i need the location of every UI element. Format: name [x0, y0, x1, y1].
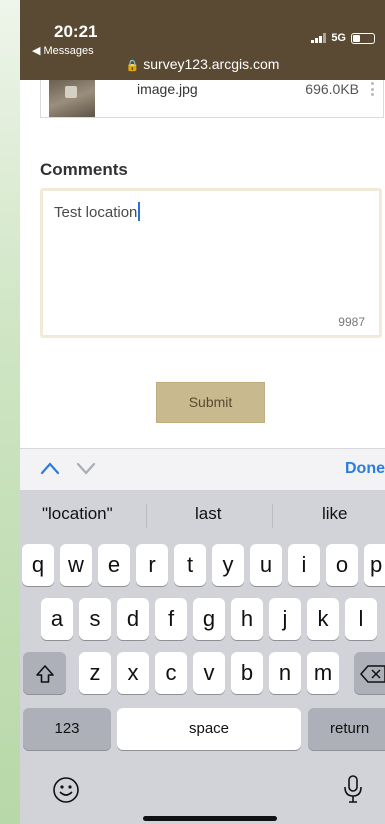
key-s[interactable]: s: [79, 598, 111, 640]
address-bar[interactable]: 🔒 survey123.arcgis.com: [20, 56, 385, 72]
space-key[interactable]: space: [117, 708, 301, 750]
keyboard: "location" last like q w e r t y u i o p…: [20, 490, 385, 824]
key-g[interactable]: g: [193, 598, 225, 640]
network-label: 5G: [331, 32, 346, 44]
key-p[interactable]: p: [364, 544, 385, 586]
comments-textarea[interactable]: Test location 9987: [40, 188, 382, 338]
return-key[interactable]: return: [308, 708, 385, 750]
background-edge: [0, 0, 20, 824]
attachment-filename: image.jpg: [137, 81, 198, 97]
key-a[interactable]: a: [41, 598, 73, 640]
characters-remaining: 9987: [338, 315, 365, 329]
key-f[interactable]: f: [155, 598, 187, 640]
home-indicator: [143, 816, 277, 821]
key-j[interactable]: j: [269, 598, 301, 640]
key-y[interactable]: y: [212, 544, 244, 586]
key-e[interactable]: e: [98, 544, 130, 586]
battery-icon: [351, 32, 375, 44]
submit-button[interactable]: Submit: [156, 382, 265, 423]
key-t[interactable]: t: [174, 544, 206, 586]
key-h[interactable]: h: [231, 598, 263, 640]
attachment-size: 696.0KB: [305, 81, 359, 97]
status-bar: 20:21 ◀ Messages 5G 🔒 survey123.arcgis.co…: [20, 0, 385, 80]
text-cursor: [138, 202, 141, 221]
comments-label: Comments: [40, 160, 128, 179]
key-z[interactable]: z: [79, 652, 111, 694]
key-i[interactable]: i: [288, 544, 320, 586]
signal-icon: [311, 33, 327, 43]
key-w[interactable]: w: [60, 544, 92, 586]
suggestion-2[interactable]: last: [195, 504, 221, 524]
key-c[interactable]: c: [155, 652, 187, 694]
key-m[interactable]: m: [307, 652, 339, 694]
key-d[interactable]: d: [117, 598, 149, 640]
done-button[interactable]: Done: [345, 460, 385, 478]
image-thumbnail[interactable]: [49, 80, 95, 117]
key-q[interactable]: q: [22, 544, 54, 586]
predictive-bar: "location" last like: [20, 490, 385, 536]
suggestion-3[interactable]: like: [322, 504, 348, 524]
key-b[interactable]: b: [231, 652, 263, 694]
key-x[interactable]: x: [117, 652, 149, 694]
comments-value: Test location: [54, 202, 141, 221]
backspace-key[interactable]: [354, 652, 385, 694]
suggestion-1[interactable]: "location": [42, 504, 113, 524]
keyboard-accessory-bar: Done: [20, 448, 385, 490]
next-field-icon[interactable]: [76, 461, 96, 475]
suggestion-divider: [272, 504, 273, 528]
key-u[interactable]: u: [250, 544, 282, 586]
shift-icon: [35, 665, 54, 683]
more-options-icon[interactable]: [371, 82, 375, 96]
microphone-icon[interactable]: [342, 774, 364, 804]
key-n[interactable]: n: [269, 652, 301, 694]
key-r[interactable]: r: [136, 544, 168, 586]
key-k[interactable]: k: [307, 598, 339, 640]
clock: 20:21: [54, 22, 98, 41]
lock-icon: 🔒: [125, 60, 140, 72]
key-l[interactable]: l: [345, 598, 377, 640]
browser-viewport: 20:21 ◀ Messages 5G 🔒 survey123.arcgis.co…: [20, 0, 385, 824]
attachment-row: image.jpg 696.0KB: [40, 80, 384, 118]
suggestion-divider: [146, 504, 147, 528]
url-text: survey123.arcgis.com: [143, 56, 280, 72]
emoji-icon[interactable]: [52, 776, 80, 804]
numbers-key[interactable]: 123: [23, 708, 111, 750]
backspace-icon: [360, 665, 385, 683]
key-o[interactable]: o: [326, 544, 358, 586]
previous-field-icon[interactable]: [40, 461, 60, 475]
shift-key[interactable]: [23, 652, 66, 694]
status-indicators: 5G: [311, 32, 375, 44]
key-v[interactable]: v: [193, 652, 225, 694]
